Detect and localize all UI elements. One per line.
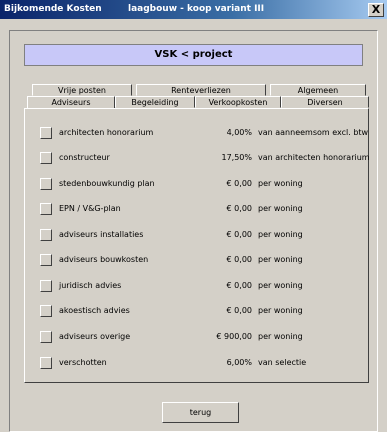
list-item: constructeur 17,50% van architecten hono… [25, 152, 370, 166]
item-label: architecten honorarium [59, 128, 154, 137]
list-item: architecten honorarium 4,00% van aanneem… [25, 127, 370, 141]
dialog-window: Bijkomende Kosten laagbouw - koop varian… [0, 0, 387, 432]
item-unit: per woning [258, 306, 303, 315]
list-item: EPN / V&G-plan € 0,00 per woning [25, 203, 370, 217]
close-button[interactable]: X [368, 3, 384, 17]
window-title: Bijkomende Kosten [4, 4, 102, 14]
item-value: € 0,00 [226, 281, 252, 290]
item-value: € 0,00 [226, 204, 252, 213]
list-item: akoestisch advies € 0,00 per woning [25, 305, 370, 319]
list-item: juridisch advies € 0,00 per woning [25, 280, 370, 294]
item-label: adviseurs overige [59, 332, 131, 341]
item-value: € 0,00 [226, 179, 252, 188]
project-header: VSK < project [24, 44, 363, 66]
tab-diversen[interactable]: Diversen [281, 96, 369, 108]
tab-verkoopkosten[interactable]: Verkoopkosten [195, 96, 281, 108]
list-item: verschotten 6,00% van selectie [25, 357, 370, 371]
item-checkbox[interactable] [40, 203, 52, 215]
item-unit: per woning [258, 230, 303, 239]
tab-renteverliezen[interactable]: Renteverliezen [136, 84, 266, 96]
tab-algemeen[interactable]: Algemeen [270, 84, 366, 96]
item-checkbox[interactable] [40, 331, 52, 343]
item-checkbox[interactable] [40, 280, 52, 292]
list-item: adviseurs bouwkosten € 0,00 per woning [25, 254, 370, 268]
item-label: EPN / V&G-plan [59, 204, 121, 213]
item-value: € 900,00 [216, 332, 252, 341]
item-label: juridisch advies [59, 281, 122, 290]
item-unit: van architecten honorarium [258, 153, 370, 162]
item-value: 6,00% [226, 358, 252, 367]
back-button[interactable]: terug [162, 402, 239, 423]
item-label: adviseurs installaties [59, 230, 144, 239]
title-bar[interactable]: Bijkomende Kosten laagbouw - koop varian… [0, 0, 387, 19]
item-unit: per woning [258, 204, 303, 213]
tab-vrije-posten[interactable]: Vrije posten [32, 84, 132, 96]
list-item: adviseurs installaties € 0,00 per woning [25, 229, 370, 243]
item-label: constructeur [59, 153, 110, 162]
item-checkbox[interactable] [40, 229, 52, 241]
item-checkbox[interactable] [40, 254, 52, 266]
item-unit: per woning [258, 332, 303, 341]
window-subtitle: laagbouw - koop variant III [128, 4, 265, 14]
item-value: € 0,00 [226, 255, 252, 264]
item-checkbox[interactable] [40, 127, 52, 139]
item-unit: per woning [258, 179, 303, 188]
item-unit: van selectie [258, 358, 307, 367]
tab-begeleiding[interactable]: Begeleiding [115, 96, 195, 108]
item-value: € 0,00 [226, 306, 252, 315]
item-label: adviseurs bouwkosten [59, 255, 149, 264]
list-item: stedenbouwkundig plan € 0,00 per woning [25, 178, 370, 192]
tab-content-adviseurs: architecten honorarium 4,00% van aanneem… [24, 108, 370, 383]
item-unit: per woning [258, 281, 303, 290]
item-label: stedenbouwkundig plan [59, 179, 155, 188]
item-label: verschotten [59, 358, 107, 367]
item-label: akoestisch advies [59, 306, 130, 315]
item-unit: van aanneemsom excl. btw [258, 128, 369, 137]
item-value: 4,00% [226, 128, 252, 137]
item-checkbox[interactable] [40, 305, 52, 317]
item-checkbox[interactable] [40, 178, 52, 190]
item-checkbox[interactable] [40, 152, 52, 164]
item-value: 17,50% [221, 153, 252, 162]
list-item: adviseurs overige € 900,00 per woning [25, 331, 370, 345]
item-unit: per woning [258, 255, 303, 264]
item-value: € 0,00 [226, 230, 252, 239]
item-checkbox[interactable] [40, 357, 52, 369]
